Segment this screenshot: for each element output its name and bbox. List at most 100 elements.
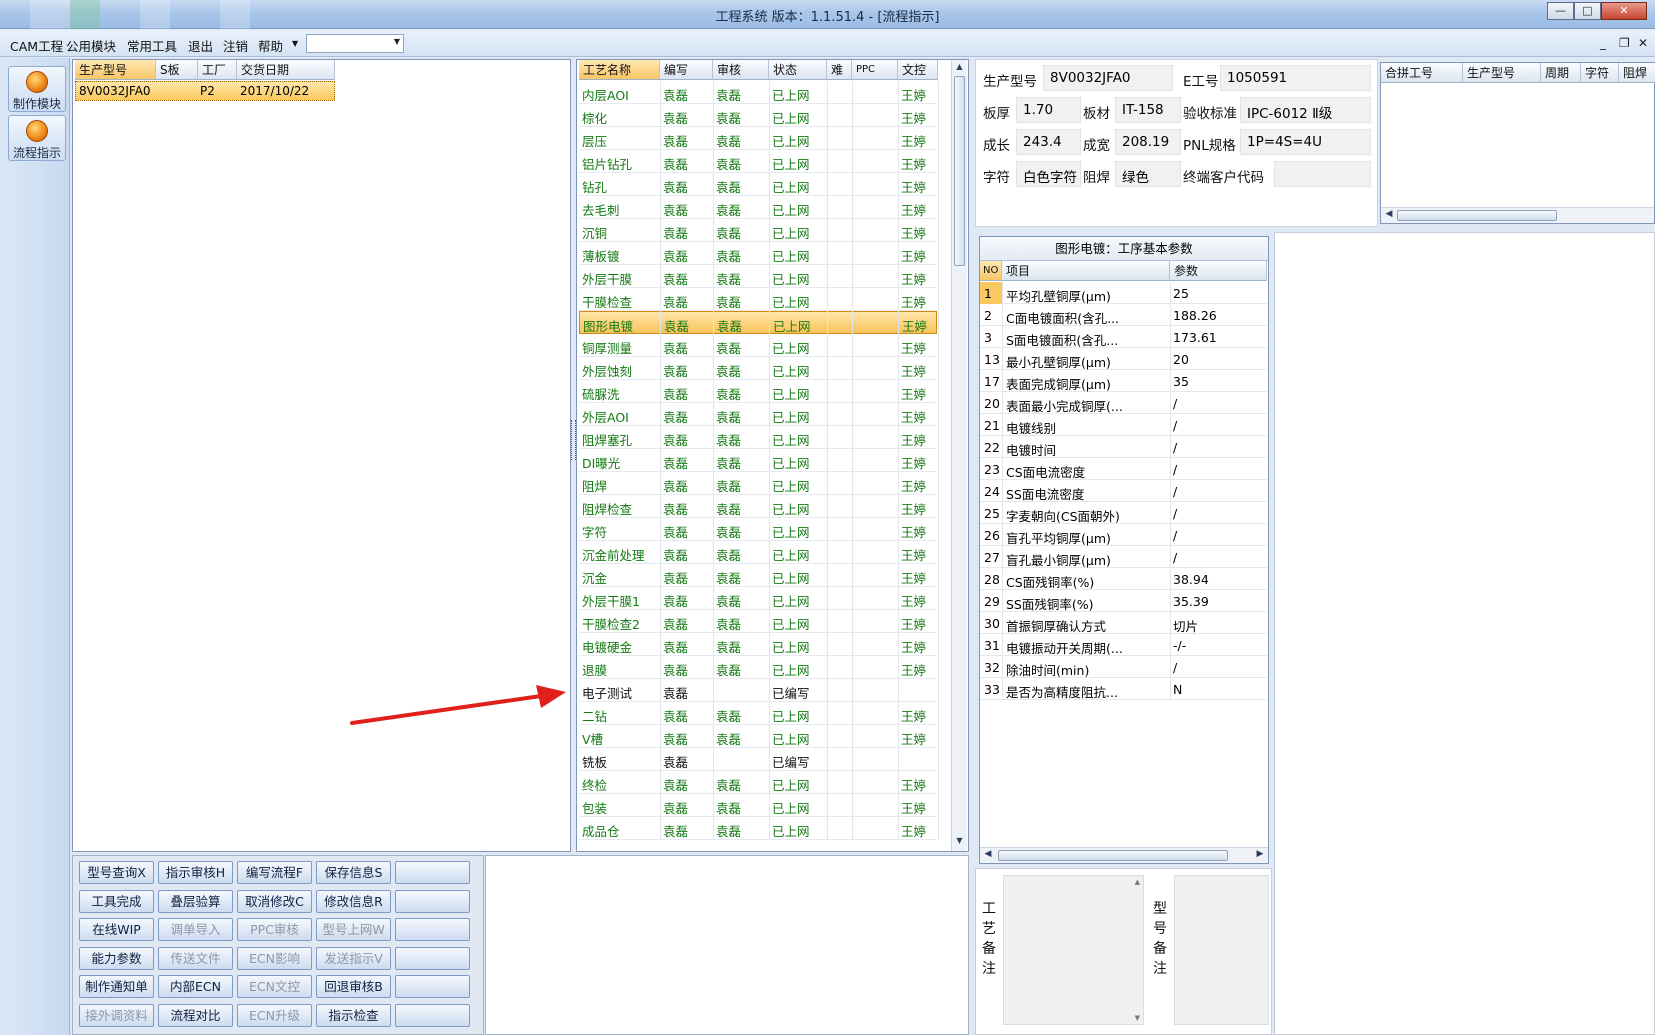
menu-common-tools[interactable]: 常用工具 (127, 36, 177, 55)
table-row[interactable]: 外层蚀刻 袁磊 袁磊 已上网 王婷 (579, 357, 937, 380)
table-row[interactable]: DI曝光 袁磊 袁磊 已上网 王婷 (579, 449, 937, 472)
table-row[interactable]: 33 是否为高精度阻抗... N (980, 678, 1267, 700)
scroll-up-icon[interactable]: ▲ (1135, 878, 1140, 886)
table-row[interactable]: 8V0032JFA0 P2 2017/10/22 (75, 81, 335, 101)
orders-col-s[interactable]: S板 (156, 60, 198, 80)
process-scrollbar[interactable]: ▲ ▼ (951, 60, 967, 851)
help-dropdown-icon[interactable]: ▼ (292, 39, 298, 48)
table-row[interactable]: 27 盲孔最小铜厚(μm) / (980, 546, 1267, 568)
table-row[interactable]: 沉铜 袁磊 袁磊 已上网 王婷 (579, 219, 937, 242)
params-col-item[interactable]: 项目 (1002, 261, 1170, 281)
nav-flow-indicator[interactable]: 流程指示 (8, 115, 66, 161)
action-button[interactable] (395, 975, 470, 998)
table-row[interactable]: 外层AOI 袁磊 袁磊 已上网 王婷 (579, 403, 937, 426)
orders-col-date[interactable]: 交货日期 (237, 60, 335, 80)
table-row[interactable]: 图形电镀 袁磊 袁磊 已上网 王婷 (579, 311, 937, 334)
material-field[interactable]: IT-158 (1115, 97, 1181, 123)
action-button[interactable]: 制作通知单 (79, 975, 154, 998)
action-button[interactable] (395, 946, 470, 970)
action-button[interactable]: ECN升级 (237, 1003, 312, 1027)
table-row[interactable]: 电镀硬金 袁磊 袁磊 已上网 王婷 (579, 633, 937, 656)
process-col-doc[interactable]: 文控 (898, 60, 938, 80)
table-row[interactable]: 28 CS面残铜率(%) 38.94 (980, 568, 1267, 590)
pnl-field[interactable]: 1P=4S=4U (1240, 129, 1371, 155)
action-button[interactable]: 内部ECN (158, 975, 233, 998)
table-row[interactable]: 薄板镀 袁磊 袁磊 已上网 王婷 (579, 242, 937, 265)
table-row[interactable]: 25 字麦朝向(CS面朝外) / (980, 502, 1267, 524)
action-button[interactable]: ECN影响 (237, 946, 312, 970)
action-button[interactable] (395, 861, 470, 884)
table-row[interactable]: 外层干膜1 袁磊 袁磊 已上网 王婷 (579, 587, 937, 610)
table-row[interactable]: 铣板 袁磊 已编写 (579, 748, 937, 771)
table-row[interactable]: 钻孔 袁磊 袁磊 已上网 王婷 (579, 173, 937, 196)
mdi-close-button[interactable]: ✕ (1638, 36, 1648, 50)
params-col-no[interactable]: NO (980, 261, 1002, 281)
table-row[interactable]: 字符 袁磊 袁磊 已上网 王婷 (579, 518, 937, 541)
scroll-thumb[interactable] (954, 76, 965, 266)
action-button[interactable]: 修改信息R (316, 889, 391, 913)
table-row[interactable]: 干膜检查 袁磊 袁磊 已上网 王婷 (579, 288, 937, 311)
table-row[interactable]: 13 最小孔壁铜厚(μm) 20 (980, 348, 1267, 370)
table-row[interactable]: 阻焊塞孔 袁磊 袁磊 已上网 王婷 (579, 426, 937, 449)
process-col-writer[interactable]: 编写 (660, 60, 713, 80)
combine-hscrollbar[interactable]: ◀ (1381, 207, 1654, 223)
combine-col-char[interactable]: 字符 (1581, 63, 1619, 83)
table-row[interactable]: 外层干膜 袁磊 袁磊 已上网 王婷 (579, 265, 937, 288)
close-button[interactable]: ✕ (1601, 2, 1647, 20)
table-row[interactable]: 32 除油时间(min) / (980, 656, 1267, 678)
mdi-minimize-button[interactable]: _ (1600, 36, 1606, 50)
scroll-down-icon[interactable]: ▼ (1135, 1014, 1140, 1022)
action-button[interactable]: 型号上网W (316, 918, 391, 941)
table-row[interactable]: 31 电镀振动开关周期(... -/- (980, 634, 1267, 656)
params-hscrollbar[interactable]: ◀ ▶ (980, 847, 1268, 863)
table-row[interactable]: 21 电镀线别 / (980, 414, 1267, 436)
action-button[interactable]: 叠层验算 (158, 889, 233, 913)
process-col-difficulty[interactable]: 难 (827, 60, 852, 80)
table-row[interactable]: 3 S面电镀面积(含孔... 173.61 (980, 326, 1267, 348)
process-col-reviewer[interactable]: 审核 (713, 60, 769, 80)
action-button[interactable]: 型号查询X (79, 861, 154, 884)
scroll-right-icon[interactable]: ▶ (1254, 849, 1266, 859)
mask-field[interactable]: 绿色 (1115, 161, 1181, 187)
action-button[interactable]: 工具完成 (79, 889, 154, 913)
length-field[interactable]: 243.4 (1016, 129, 1081, 155)
scroll-thumb[interactable] (998, 850, 1228, 861)
thickness-field[interactable]: 1.70 (1016, 97, 1081, 123)
table-row[interactable]: 退膜 袁磊 袁磊 已上网 王婷 (579, 656, 937, 679)
table-row[interactable]: 1 平均孔壁铜厚(μm) 25 (980, 282, 1267, 304)
action-button[interactable]: 取消修改C (237, 889, 312, 913)
action-button[interactable]: ECN文控 (237, 975, 312, 998)
params-col-value[interactable]: 参数 (1170, 261, 1267, 281)
table-row[interactable]: 电子测试 袁磊 已编写 (579, 679, 937, 702)
action-button[interactable]: 发送指示V (316, 946, 391, 970)
table-row[interactable]: 23 CS面电流密度 / (980, 458, 1267, 480)
table-row[interactable]: 层压 袁磊 袁磊 已上网 王婷 (579, 127, 937, 150)
process-col-status[interactable]: 状态 (769, 60, 827, 80)
table-row[interactable]: 24 SS面电流密度 / (980, 480, 1267, 502)
menu-combo-box[interactable]: ▼ (306, 34, 404, 53)
table-row[interactable]: 17 表面完成铜厚(μm) 35 (980, 370, 1267, 392)
table-row[interactable]: 阻焊 袁磊 袁磊 已上网 王婷 (579, 472, 937, 495)
minimize-button[interactable]: — (1547, 2, 1574, 20)
action-button[interactable]: 传送文件 (158, 946, 233, 970)
standard-field[interactable]: IPC-6012 Ⅱ级 (1240, 97, 1371, 123)
customer-field[interactable] (1274, 161, 1371, 187)
action-button[interactable]: 接外调资料 (79, 1003, 154, 1027)
table-row[interactable]: 二钻 袁磊 袁磊 已上网 王婷 (579, 702, 937, 725)
mdi-restore-button[interactable]: ❐ (1619, 36, 1630, 50)
table-row[interactable]: 阻焊检查 袁磊 袁磊 已上网 王婷 (579, 495, 937, 518)
scroll-left-icon[interactable]: ◀ (1383, 209, 1395, 219)
scroll-down-icon[interactable]: ▼ (954, 836, 965, 849)
table-row[interactable]: 沉金 袁磊 袁磊 已上网 王婷 (579, 564, 937, 587)
action-button[interactable] (395, 889, 470, 913)
table-row[interactable]: 沉金前处理 袁磊 袁磊 已上网 王婷 (579, 541, 937, 564)
table-row[interactable]: 硫脲洗 袁磊 袁磊 已上网 王婷 (579, 380, 937, 403)
table-row[interactable]: 内层AOI 袁磊 袁磊 已上网 王婷 (579, 81, 937, 104)
action-button[interactable]: 回退审核B (316, 975, 391, 998)
table-row[interactable]: 去毛刺 袁磊 袁磊 已上网 王婷 (579, 196, 937, 219)
table-row[interactable]: 22 电镀时间 / (980, 436, 1267, 458)
width-field[interactable]: 208.19 (1115, 129, 1181, 155)
char-field[interactable]: 白色字符 (1016, 161, 1081, 187)
menu-exit[interactable]: 退出 (188, 36, 213, 55)
chevron-down-icon[interactable]: ▼ (394, 37, 400, 46)
